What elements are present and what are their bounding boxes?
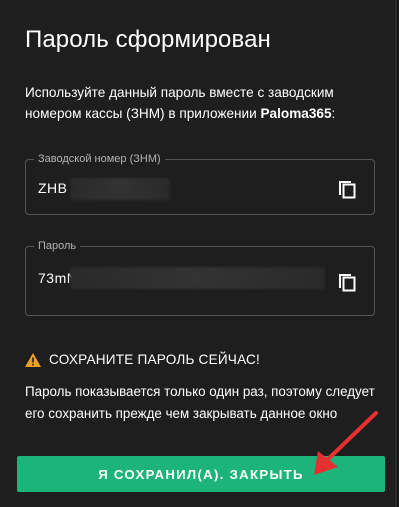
app-name: Paloma365 [260,106,332,121]
dialog-title: Пароль сформирован [25,26,271,53]
dialog-description: Используйте данный пароль вместе с завод… [25,82,375,124]
warning-triangle-icon [25,352,41,367]
password-redaction [70,267,325,289]
serial-number-field[interactable]: Заводской номер (ЗНМ) ZHB [25,152,375,215]
copy-icon [339,181,356,199]
warning-row: СОХРАНИТЕ ПАРОЛЬ СЕЙЧАС! [25,352,260,367]
description-colon: : [331,106,336,121]
password-generated-dialog: Пароль сформирован Используйте данный па… [0,0,397,507]
serial-number-value[interactable]: ZHB [38,180,68,196]
copy-serial-button[interactable] [334,175,360,201]
password-field[interactable]: Пароль 73mN [25,239,375,316]
warning-title: СОХРАНИТЕ ПАРОЛЬ СЕЙЧАС! [49,352,261,367]
serial-number-redaction [70,178,170,200]
red-arrow-annotation [314,411,378,475]
serial-number-label: Заводской номер (ЗНМ) [34,152,165,166]
copy-password-button[interactable] [334,268,360,294]
copy-icon [339,274,356,292]
password-label: Пароль [34,239,81,253]
